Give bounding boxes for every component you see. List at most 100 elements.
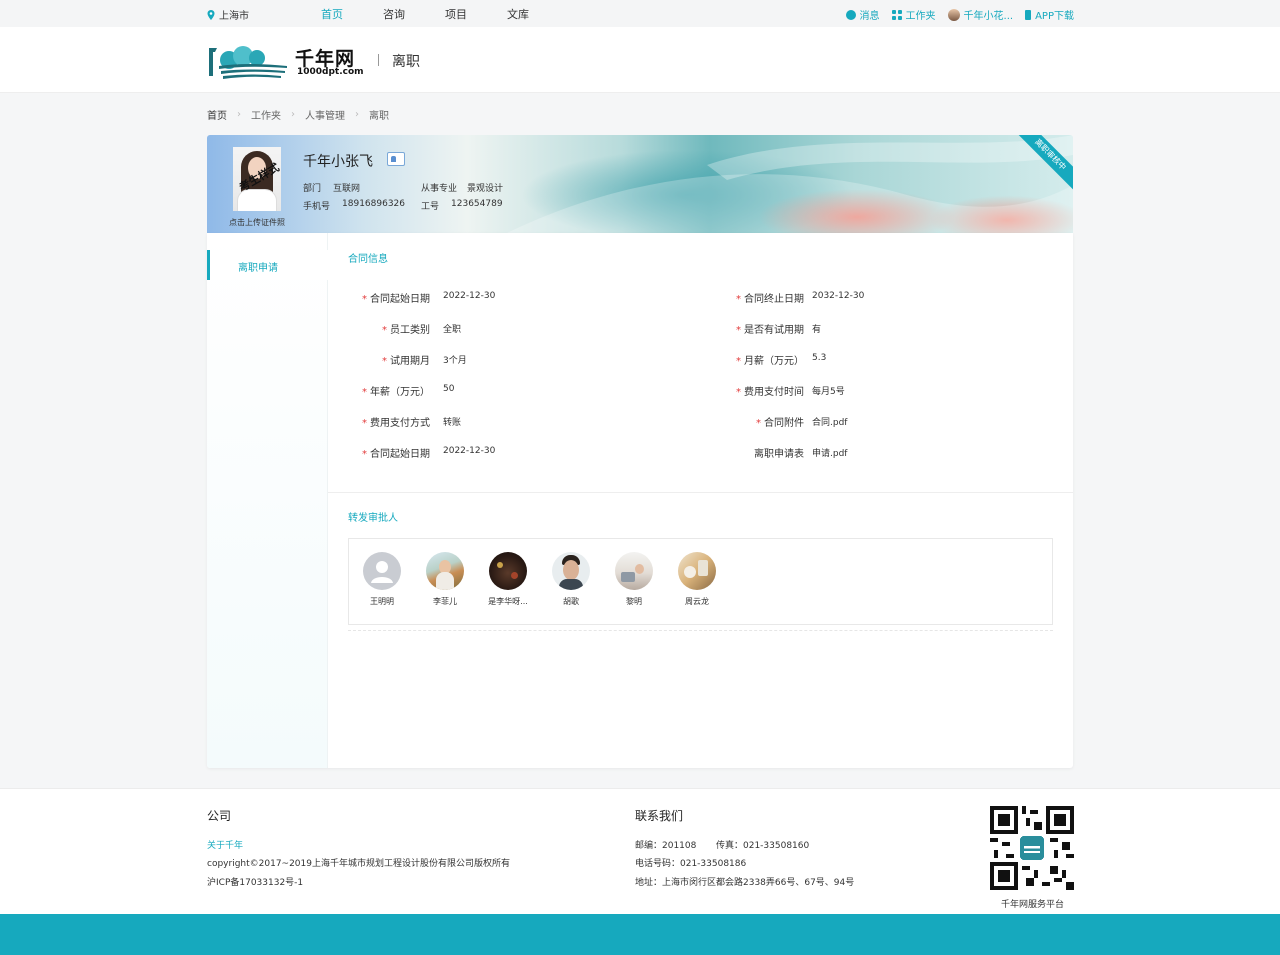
- avatar: [363, 552, 401, 590]
- footer-company-title: 公司: [207, 809, 232, 823]
- chevron-right-icon: ›: [355, 109, 359, 120]
- application-form-link[interactable]: 申请.pdf: [812, 446, 847, 459]
- approver-item[interactable]: 周云龙: [667, 552, 727, 607]
- id-photo-upload[interactable]: 考生样式: [233, 147, 281, 211]
- avatar: [489, 552, 527, 590]
- field-label: 员工类别: [390, 325, 430, 336]
- contract-field-row: * 合同起始日期: [362, 294, 430, 305]
- field-value: 有: [812, 325, 822, 335]
- approver-item[interactable]: 胡歌: [541, 552, 601, 607]
- approvers-section-title: 转发审批人: [348, 513, 398, 524]
- field-value: 50: [443, 384, 455, 394]
- qr-code-icon: [990, 806, 1074, 890]
- site-header: 千年网 1000dpt.com 离职: [0, 27, 1280, 93]
- nav-home[interactable]: 首页: [321, 6, 383, 22]
- icp-text: 沪ICP备17033132号-1: [207, 878, 304, 888]
- page-title: 离职: [392, 54, 420, 70]
- approver-item[interactable]: 李菲儿: [415, 552, 475, 607]
- approver-item[interactable]: 是李华呀...: [478, 552, 538, 607]
- contract-field-row: * 试用期月: [382, 356, 430, 367]
- field-label: 年薪（万元）: [370, 387, 430, 398]
- app-download-label: APP下载: [1035, 11, 1074, 22]
- workspace-label: 工作夹: [905, 11, 936, 22]
- contract-field-row: * 是否有试用期: [736, 325, 804, 336]
- phone-text: 电话号码：021-33508186: [635, 859, 747, 869]
- address-text: 地址：上海市闵行区都会路2338弄66号、67号、94号: [635, 878, 855, 888]
- dept-info: 部门 互联网: [303, 181, 360, 194]
- sidebar: 离职申请: [207, 233, 328, 768]
- field-label: 合同终止日期: [744, 294, 804, 305]
- avatar: [678, 552, 716, 590]
- workspace-link[interactable]: 工作夹: [891, 7, 936, 22]
- user-menu[interactable]: 千年小花...: [947, 7, 1013, 22]
- id-card-icon: [387, 152, 405, 166]
- job-no-label: 工号: [421, 202, 440, 212]
- field-value: 全职: [443, 325, 462, 335]
- nav-projects[interactable]: 项目: [445, 6, 507, 22]
- site-logo[interactable]: 千年网 1000dpt.com: [207, 42, 367, 82]
- breadcrumb-workspace[interactable]: 工作夹: [251, 107, 281, 122]
- contract-field-row: * 费用支付时间: [736, 387, 804, 398]
- sidebar-item-label: 离职申请: [238, 263, 278, 274]
- approver-item[interactable]: 王明明: [352, 552, 412, 607]
- major-info: 从事专业 景观设计: [421, 181, 503, 194]
- field-label: 离职申请表: [754, 449, 804, 460]
- messages-link[interactable]: 消息: [845, 7, 880, 22]
- dept-value: 互联网: [333, 184, 361, 194]
- site-footer: 公司 关于千年 copyright©2017~2019上海千年城市规划工程设计股…: [0, 788, 1280, 914]
- field-label: 费用支付方式: [370, 418, 430, 429]
- sidebar-item-resignation[interactable]: 离职申请: [207, 250, 328, 280]
- location-selector[interactable]: 上海市: [207, 7, 249, 22]
- top-right-links: 消息 工作夹 千年小花... APP下载: [845, 7, 1074, 22]
- field-label: 合同起始日期: [370, 449, 430, 460]
- approver-name: 王明明: [370, 597, 394, 606]
- chevron-right-icon: ›: [237, 109, 241, 120]
- major-value: 景观设计: [467, 184, 504, 194]
- chevron-right-icon: ›: [291, 109, 295, 120]
- about-link[interactable]: 关于千年: [207, 838, 243, 851]
- field-value: 每月5号: [812, 387, 845, 397]
- contract-field-row: * 员工类别: [382, 325, 430, 336]
- job-no-info: 工号 123654789: [421, 199, 503, 212]
- employee-name: 千年小张飞: [303, 154, 373, 170]
- phone-icon: [1025, 9, 1032, 20]
- breadcrumb-current: 离职: [369, 111, 389, 122]
- field-label: 合同附件: [764, 418, 804, 429]
- nav-library[interactable]: 文库: [507, 6, 569, 22]
- approver-list: 王明明 李菲儿 是李华呀... 胡歌 黎明 周云龙: [348, 538, 1053, 625]
- field-label: 合同起始日期: [370, 294, 430, 305]
- location-label: 上海市: [219, 11, 249, 22]
- header-divider: [378, 54, 379, 66]
- messages-label: 消息: [859, 11, 880, 22]
- dept-label: 部门: [303, 184, 322, 194]
- default-user-icon: [371, 561, 393, 583]
- attachment-link[interactable]: 合同.pdf: [812, 415, 847, 428]
- job-no-value: 123654789: [451, 199, 503, 209]
- profile-banner: 考生样式 点击上传证件照 千年小张飞 部门 互联网 从事专业 景观设计 手机号 …: [207, 135, 1073, 233]
- phone-label: 手机号: [303, 202, 331, 212]
- app-download-link[interactable]: APP下载: [1025, 7, 1074, 22]
- qr-caption: 千年网服务平台: [1001, 900, 1065, 910]
- major-label: 从事专业: [421, 184, 458, 194]
- contract-field-row: * 合同起始日期: [362, 449, 430, 460]
- photo-upload-caption[interactable]: 点击上传证件照: [229, 217, 285, 228]
- top-bar: 上海市 首页 咨询 项目 文库 消息 工作夹 千年小花... APP下载: [0, 0, 1280, 27]
- approver-name: 周云龙: [685, 597, 709, 606]
- contract-field-row: * 年薪（万元）: [362, 387, 430, 398]
- field-value: 3个月: [443, 356, 467, 366]
- approver-item[interactable]: 黎明: [604, 552, 664, 607]
- field-value: 2022-12-30: [443, 291, 496, 301]
- contract-field-row: 离职申请表: [707, 445, 804, 460]
- contract-field-row: * 合同附件: [756, 418, 804, 429]
- grid-icon: [891, 9, 902, 20]
- breadcrumb-hr[interactable]: 人事管理: [305, 107, 345, 122]
- section-divider: [328, 492, 1073, 493]
- nav-consult[interactable]: 咨询: [383, 6, 445, 22]
- postcode-text: 邮编：201108: [635, 841, 697, 851]
- contract-field-row: * 月薪（万元）: [736, 356, 804, 367]
- footer-contact-title: 联系我们: [635, 809, 684, 823]
- message-icon: [845, 9, 856, 20]
- breadcrumb-home[interactable]: 首页: [207, 107, 227, 122]
- user-avatar: [947, 8, 960, 21]
- field-value: 转账: [443, 418, 462, 428]
